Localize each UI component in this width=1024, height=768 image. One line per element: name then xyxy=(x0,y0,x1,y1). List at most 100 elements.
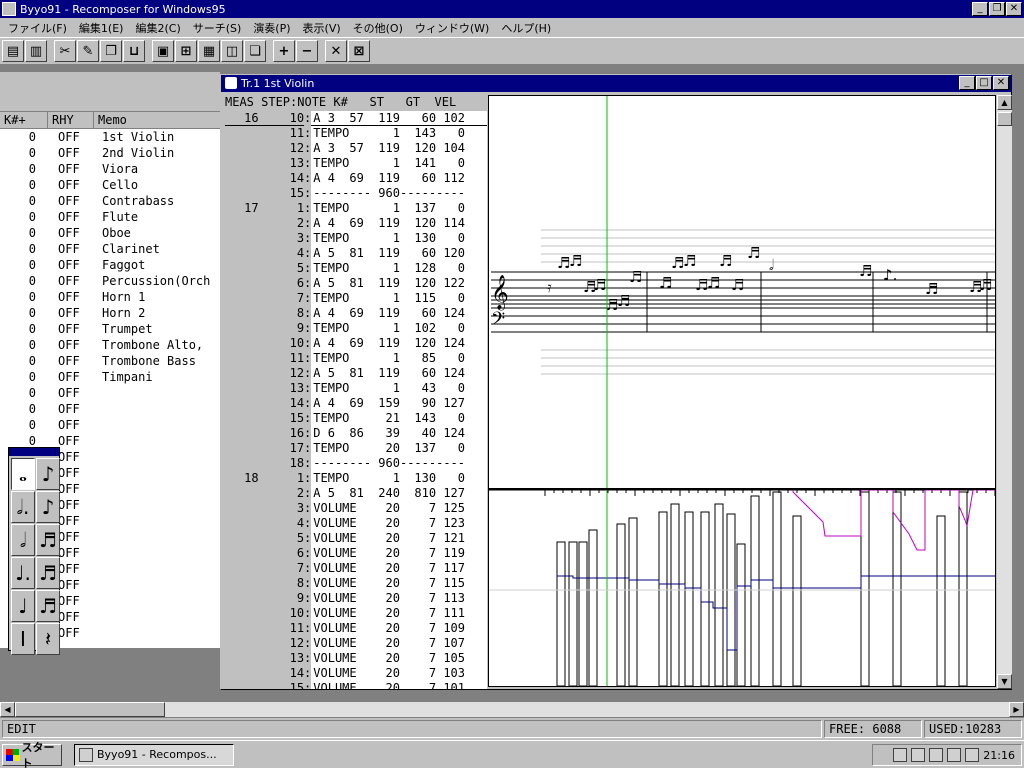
event-row[interactable]: 6:A 5 81 119 120 122 xyxy=(225,276,487,291)
event-row[interactable]: 10: VOLUME 20 7 111 xyxy=(225,606,487,621)
track-row[interactable]: 0 OFF Oboe xyxy=(0,225,220,241)
tray-power-icon[interactable] xyxy=(929,748,944,762)
score-view[interactable]: 𝄞 𝄢 𝄿 ♬ ♬ ♬ ♬ ♬ ♬ ♬ ♬ ♬ ♬ ♬ ♬ ♬ ♬ ♬ 𝅗𝅥 ♬ ♪. ♬ ♬ ♬ xyxy=(488,95,996,489)
dotted-half-note-icon[interactable]: 𝅗𝅥. xyxy=(11,491,35,523)
menu-item-6[interactable]: その他(O) xyxy=(347,20,409,36)
track-row[interactable]: 0 OFF Trombone Alto, xyxy=(0,337,220,353)
taskbar-item-recomposer[interactable]: Byyo91 - Recompos... xyxy=(74,743,234,766)
menu-item-3[interactable]: サーチ(S) xyxy=(187,20,248,36)
main-horizontal-scrollbar[interactable]: ◀ ▶ xyxy=(0,702,1024,717)
velocity-bar[interactable] xyxy=(792,515,802,686)
track-row[interactable]: 0 OFF 1st Violin xyxy=(0,129,220,145)
minus-icon[interactable]: − xyxy=(296,40,318,62)
menu-item-2[interactable]: 編集2(C) xyxy=(129,20,186,36)
event-row[interactable]: 4: VOLUME 20 7 123 xyxy=(225,516,487,531)
vertical-scroll-thumb[interactable] xyxy=(997,112,1012,126)
velocity-bar[interactable] xyxy=(568,541,578,686)
track-row[interactable]: 0 OFF 2nd Violin xyxy=(0,145,220,161)
track-row[interactable]: 0 OFF xyxy=(0,385,220,401)
event-row[interactable]: 16: D 6 86 39 40 124 xyxy=(225,426,487,441)
velocity-bar[interactable] xyxy=(588,529,598,686)
track-maximize-button[interactable]: □ xyxy=(976,76,992,90)
eighth-note-icon[interactable]: ♪ xyxy=(36,458,60,490)
scroll-right-button[interactable]: ▶ xyxy=(1009,702,1024,717)
start-button[interactable]: スタート xyxy=(2,741,62,768)
close-button[interactable]: ✕ xyxy=(1006,2,1022,16)
clock[interactable]: 21:16 xyxy=(983,749,1015,762)
print-icon[interactable]: ▣ xyxy=(152,40,174,62)
menu-item-7[interactable]: ウィンドウ(W) xyxy=(409,20,495,36)
menu-item-0[interactable]: ファイル(F) xyxy=(2,20,73,36)
dotted-quarter-note-icon[interactable]: ♩. xyxy=(11,557,35,589)
velocity-bar[interactable] xyxy=(750,495,760,686)
menu-item-8[interactable]: ヘルプ(H) xyxy=(495,20,557,36)
paste-icon[interactable]: ⊔ xyxy=(123,40,145,62)
velocity-bar[interactable] xyxy=(684,511,694,686)
event-row[interactable]: 3: VOLUME 20 7 125 xyxy=(225,501,487,516)
event-row[interactable]: 14: A 4 69 119 60 112 xyxy=(225,171,487,186)
track-row[interactable]: 0 OFF Horn 1 xyxy=(0,289,220,305)
text-cursor-icon[interactable]: I xyxy=(11,623,35,655)
event-row[interactable]: 8: VOLUME 20 7 115 xyxy=(225,576,487,591)
keyboard-icon[interactable]: ▦ xyxy=(198,40,220,62)
cut-icon[interactable]: ✂ xyxy=(54,40,76,62)
scroll-left-button[interactable]: ◀ xyxy=(0,702,15,717)
cascade-icon[interactable]: ❏ xyxy=(244,40,266,62)
event-row[interactable]: 13: VOLUME 20 7 105 xyxy=(225,651,487,666)
restore-button[interactable]: ❐ xyxy=(989,2,1005,16)
half-note-icon[interactable]: 𝅗𝅥 xyxy=(11,524,35,556)
event-row[interactable]: 3: TEMPO 1 130 0 xyxy=(225,231,487,246)
palette-title-bar[interactable] xyxy=(9,448,59,456)
minimize-button[interactable]: _ xyxy=(972,2,988,16)
event-row[interactable]: 11: TEMPO 1 143 0 xyxy=(225,126,487,141)
track-row[interactable]: 0 OFF Cello xyxy=(0,177,220,193)
event-row[interactable]: 16 10: A 3 57 119 60 102 xyxy=(225,111,487,126)
velocity-bar[interactable] xyxy=(726,513,736,686)
track-row[interactable]: 0 OFF Percussion(Orch xyxy=(0,273,220,289)
track-vertical-scrollbar[interactable]: ▲ ▼ xyxy=(997,95,1012,689)
event-row[interactable]: 5: VOLUME 20 7 121 xyxy=(225,531,487,546)
tool-icon[interactable]: ✕ xyxy=(325,40,347,62)
velocity-bar[interactable] xyxy=(556,541,566,686)
window-icon[interactable]: ◫ xyxy=(221,40,243,62)
event-row[interactable]: 15: -------- 960--------- xyxy=(225,186,487,201)
track-row[interactable]: 0 OFF xyxy=(0,417,220,433)
event-row[interactable]: 14: VOLUME 20 7 103 xyxy=(225,666,487,681)
event-row[interactable]: 13: TEMPO 1 141 0 xyxy=(225,156,487,171)
event-row[interactable]: 18: -------- 960--------- xyxy=(225,456,487,471)
thirty-second-note-icon[interactable]: ♬ xyxy=(36,590,60,622)
quarter-note-icon[interactable]: ♩ xyxy=(11,590,35,622)
menu-item-1[interactable]: 編集1(E) xyxy=(73,20,130,36)
track-row[interactable]: 0 OFF Faggot xyxy=(0,257,220,273)
event-row[interactable]: 6: VOLUME 20 7 119 xyxy=(225,546,487,561)
event-row[interactable]: 17 1: TEMPO 1 137 0 xyxy=(225,201,487,216)
event-row[interactable]: 11: TEMPO 1 85 0 xyxy=(225,351,487,366)
velocity-bar[interactable] xyxy=(616,523,626,686)
velocity-graph[interactable] xyxy=(488,489,996,687)
velocity-bar[interactable] xyxy=(714,503,724,686)
new-file-icon[interactable]: ▤ xyxy=(2,40,24,62)
event-row[interactable]: 17: TEMPO 20 137 0 xyxy=(225,441,487,456)
menu-item-4[interactable]: 演奏(P) xyxy=(247,20,296,36)
velocity-bar[interactable] xyxy=(860,491,870,686)
event-row[interactable]: 4:A 5 81 119 60 120 xyxy=(225,246,487,261)
event-row[interactable]: 9: TEMPO 1 102 0 xyxy=(225,321,487,336)
event-row[interactable]: 5: TEMPO 1 128 0 xyxy=(225,261,487,276)
scroll-up-button[interactable]: ▲ xyxy=(997,95,1012,110)
track-close-button[interactable]: ✕ xyxy=(993,76,1009,90)
column-header-key[interactable]: K#+ xyxy=(0,112,48,128)
pencil-icon[interactable]: ✎ xyxy=(77,40,99,62)
event-row[interactable]: 7: TEMPO 1 115 0 xyxy=(225,291,487,306)
track-row[interactable]: 0 OFF Viora xyxy=(0,161,220,177)
track-row[interactable]: 0 OFF Flute xyxy=(0,209,220,225)
sixteenth-note-icon[interactable]: ♬ xyxy=(36,557,60,589)
tray-speaker-icon[interactable] xyxy=(965,748,980,762)
velocity-bar[interactable] xyxy=(578,541,588,686)
plus-icon[interactable]: + xyxy=(273,40,295,62)
track-minimize-button[interactable]: _ xyxy=(959,76,975,90)
column-header-rhythm[interactable]: RHY xyxy=(48,112,94,128)
track-row[interactable]: 0 OFF xyxy=(0,401,220,417)
track-row[interactable]: 0 OFF Timpani xyxy=(0,369,220,385)
save-icon[interactable]: ▥ xyxy=(25,40,47,62)
scroll-down-button[interactable]: ▼ xyxy=(997,674,1012,689)
